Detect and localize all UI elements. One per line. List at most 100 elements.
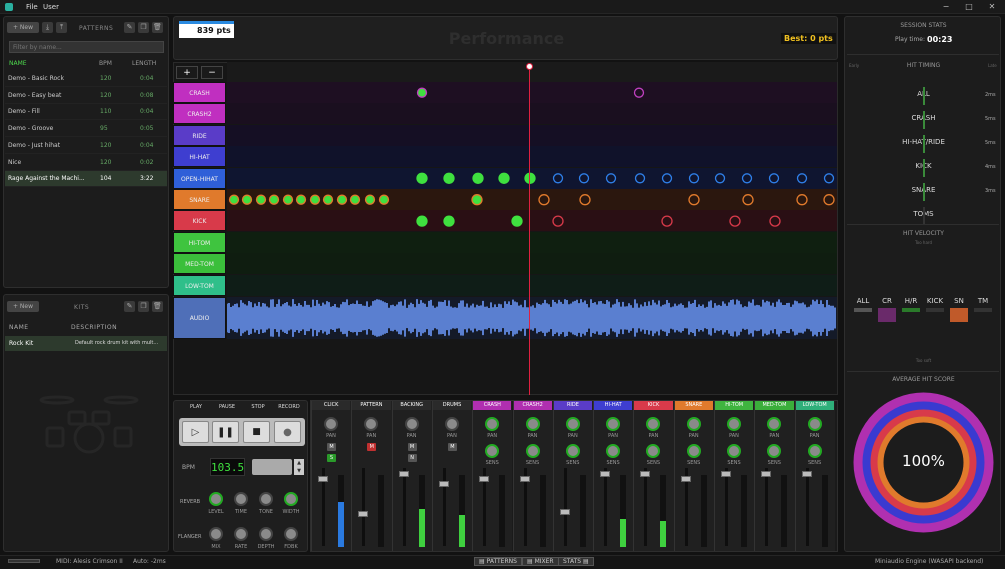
fader-track[interactable] <box>765 468 769 546</box>
stop-button[interactable]: ■ <box>243 421 270 443</box>
tap-tempo-button[interactable] <box>252 459 292 475</box>
pan-knob[interactable] <box>686 417 701 431</box>
tab-stats[interactable]: STATS ▤ <box>558 557 594 566</box>
width-knob[interactable] <box>284 492 298 506</box>
edit-icon[interactable]: ✎ <box>124 22 135 33</box>
new-kit-button[interactable]: + New <box>7 301 39 312</box>
fader-track[interactable] <box>402 468 406 546</box>
pattern-row[interactable]: Demo - Just hihat 120 0:04 <box>5 138 167 154</box>
kit-col-description[interactable]: DESCRIPTION <box>71 324 117 331</box>
lane-crash2[interactable]: CRASH2 <box>173 103 226 125</box>
download-icon[interactable]: ⤓ <box>42 22 53 33</box>
fader-track[interactable] <box>725 468 728 546</box>
mute-button[interactable]: M <box>407 443 417 451</box>
pan-knob[interactable] <box>727 417 741 431</box>
lane-med-tom[interactable]: MED-TOM <box>173 253 226 275</box>
pattern-row[interactable]: Demo - Groove 95 0:05 <box>5 121 167 138</box>
kit-copy-icon[interactable]: ❐ <box>138 301 149 312</box>
volume-fader[interactable] <box>721 471 731 477</box>
fader-track[interactable] <box>604 468 608 546</box>
volume-fader[interactable] <box>680 476 691 482</box>
bpm-up-icon[interactable]: ▲ <box>294 459 304 467</box>
pan-knob[interactable] <box>444 417 459 431</box>
bpm-display[interactable]: 103.5 <box>210 458 245 476</box>
lane-ride[interactable]: RIDE <box>173 124 226 146</box>
fader-track[interactable] <box>362 468 366 546</box>
playhead[interactable] <box>529 65 530 395</box>
sens-knob[interactable] <box>565 444 580 458</box>
bpm-down-icon[interactable]: ▼ <box>294 467 304 475</box>
minimize-icon[interactable]: − <box>940 2 952 12</box>
pan-knob[interactable] <box>525 417 540 431</box>
volume-fader[interactable] <box>801 471 812 477</box>
play-button[interactable]: ▷ <box>182 421 209 443</box>
pan-knob[interactable] <box>565 417 580 431</box>
pattern-row[interactable]: Demo - Fill 110 0:04 <box>5 104 167 121</box>
mute-button[interactable]: M <box>367 443 377 451</box>
menu-user[interactable]: User <box>43 3 59 11</box>
lane-crash[interactable]: CRASH <box>173 82 226 103</box>
sens-knob[interactable] <box>727 444 741 458</box>
kit-delete-icon[interactable]: 🗑 <box>152 301 163 312</box>
volume-fader[interactable] <box>519 476 530 482</box>
volume-fader[interactable] <box>761 471 772 477</box>
col-bpm[interactable]: BPM <box>99 60 112 67</box>
playhead-handle[interactable] <box>526 63 533 70</box>
mute-button[interactable]: M <box>447 443 457 451</box>
pan-knob[interactable] <box>404 417 419 431</box>
volume-fader[interactable] <box>600 471 611 477</box>
col-length[interactable]: LENGTH <box>132 60 156 67</box>
lane-kick[interactable]: KICK <box>173 210 226 232</box>
zoom-out-button[interactable]: − <box>201 66 223 79</box>
pattern-row[interactable]: Demo - Basic Rock 120 0:04 <box>5 71 167 87</box>
kit-col-name[interactable]: NAME <box>9 324 29 331</box>
pattern-row[interactable]: Demo - Easy beat 120 0:08 <box>5 88 167 104</box>
pan-knob[interactable] <box>807 417 822 431</box>
volume-fader[interactable] <box>559 509 570 515</box>
lane-hi-tom[interactable]: HI-TOM <box>173 231 226 253</box>
volume-fader[interactable] <box>358 511 369 517</box>
sens-knob[interactable] <box>606 444 621 458</box>
upload-icon[interactable]: ⤒ <box>56 22 67 33</box>
sens-knob[interactable] <box>525 444 540 458</box>
kit-row[interactable]: Rock Kit Default rock drum kit with mult… <box>5 336 167 351</box>
delete-icon[interactable]: 🗑 <box>152 22 163 33</box>
lane-snare[interactable]: SNARE <box>173 189 226 210</box>
pattern-row[interactable]: Rage Against the Machi... 104 3:22 <box>5 171 167 188</box>
tab-patterns[interactable]: ▤ PATTERNS <box>474 557 522 566</box>
volume-fader[interactable] <box>318 476 328 482</box>
tab-mixer[interactable]: ▤ MIXER <box>522 557 559 566</box>
mute-button[interactable]: M <box>327 443 336 451</box>
level-knob[interactable] <box>209 492 223 506</box>
fdbk-knob[interactable] <box>284 527 298 541</box>
fader-track[interactable] <box>805 468 809 546</box>
time-knob[interactable] <box>234 492 248 506</box>
mix-knob[interactable] <box>209 527 223 541</box>
pattern-filter-input[interactable] <box>9 41 164 53</box>
solo-button[interactable]: S <box>327 454 336 462</box>
depth-knob[interactable] <box>259 527 273 541</box>
n-button[interactable]: N <box>407 454 417 462</box>
zoom-in-button[interactable]: + <box>176 66 198 79</box>
pan-knob[interactable] <box>606 417 621 431</box>
volume-fader[interactable] <box>438 481 449 487</box>
tone-knob[interactable] <box>259 492 273 506</box>
fader-track[interactable] <box>563 468 567 546</box>
volume-fader[interactable] <box>398 471 409 477</box>
new-pattern-button[interactable]: + New <box>7 22 39 33</box>
close-icon[interactable]: ✕ <box>986 2 998 12</box>
fader-track[interactable] <box>644 468 648 546</box>
record-button[interactable]: ● <box>274 421 301 443</box>
rate-knob[interactable] <box>234 527 248 541</box>
sens-knob[interactable] <box>686 444 701 458</box>
col-name[interactable]: NAME <box>9 60 27 67</box>
copy-icon[interactable]: ❐ <box>138 22 149 33</box>
lane-audio[interactable]: AUDIO <box>173 297 226 339</box>
volume-fader[interactable] <box>640 471 651 477</box>
volume-fader[interactable] <box>479 476 490 482</box>
lane-hi-hat[interactable]: HI-HAT <box>173 146 226 168</box>
maximize-icon[interactable]: □ <box>963 2 975 12</box>
pan-knob[interactable] <box>324 417 338 431</box>
sens-knob[interactable] <box>807 444 822 458</box>
lane-low-tom[interactable]: LOW-TOM <box>173 274 226 296</box>
